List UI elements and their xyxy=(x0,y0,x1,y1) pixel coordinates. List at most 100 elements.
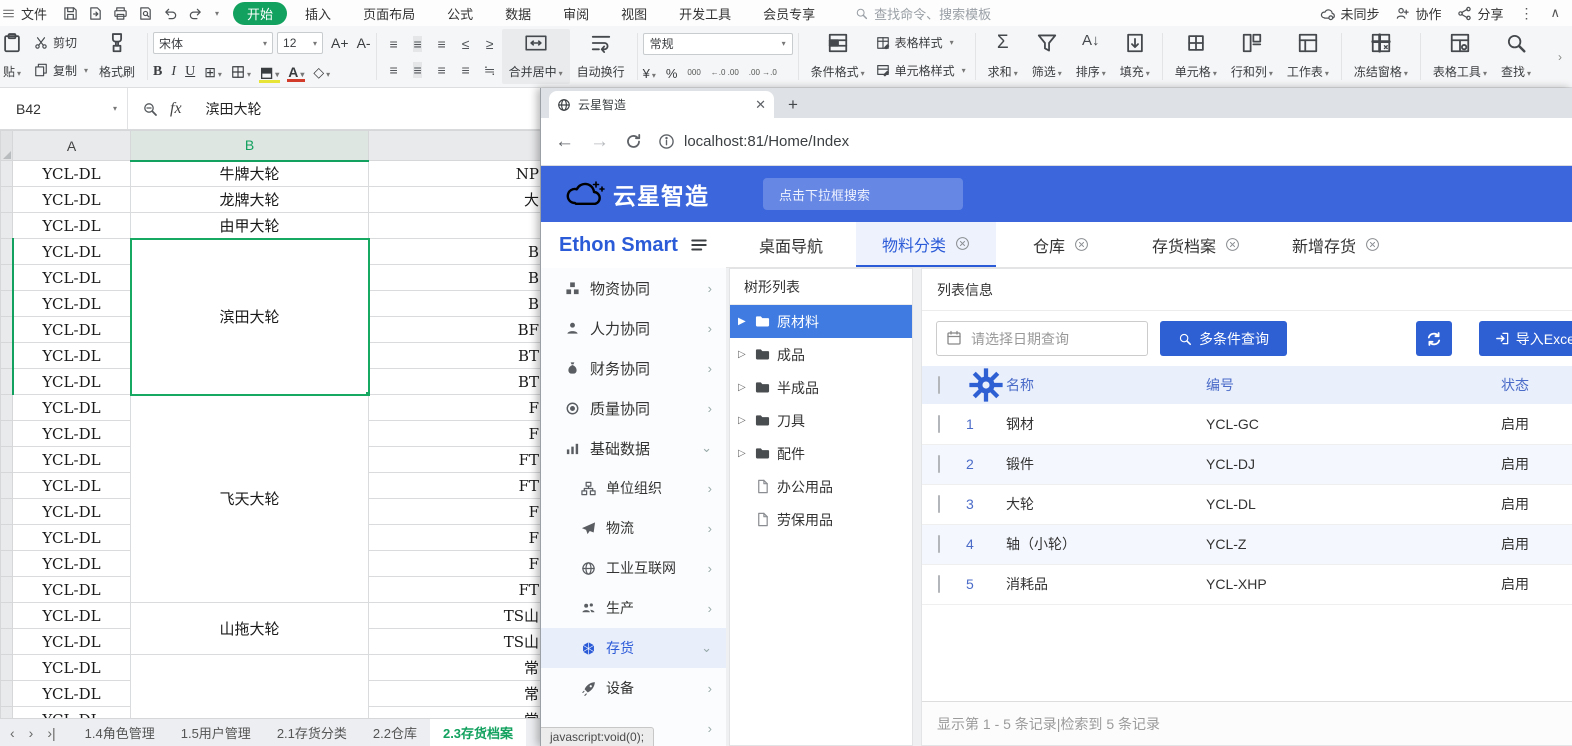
cell-c[interactable]: FT xyxy=(369,447,541,473)
italic-button[interactable]: I xyxy=(171,64,176,80)
row-header[interactable] xyxy=(1,707,13,719)
align-left-button[interactable]: ≡ xyxy=(389,62,397,78)
refresh-button[interactable] xyxy=(1416,321,1452,356)
bold-button[interactable]: B xyxy=(153,64,162,80)
column-header-status[interactable]: 状态 xyxy=(1501,366,1572,404)
table-style-button[interactable]: 表格样式▾ xyxy=(872,33,970,52)
app-tab-存货档案[interactable]: 存货档案 xyxy=(1126,222,1266,267)
format-painter-button[interactable]: 格式刷 xyxy=(92,29,142,84)
fill-button[interactable]: 填充▾ xyxy=(1113,29,1157,84)
sidebar-item-财务协同[interactable]: 财务协同› xyxy=(541,348,726,388)
cell-a[interactable]: YCL-DL xyxy=(13,213,131,239)
row-header[interactable] xyxy=(1,629,13,655)
fill-color-button[interactable]: ⬒▾ xyxy=(260,64,279,81)
table-row[interactable]: 3 大轮 YCL-DL 启用 xyxy=(922,484,1572,524)
sheet-tab-2.2仓库[interactable]: 2.2仓库 xyxy=(360,719,430,746)
row-header[interactable] xyxy=(1,499,13,525)
cell-c[interactable]: BT xyxy=(369,343,541,369)
sidebar-item-物资协同[interactable]: 物资协同› xyxy=(541,268,726,308)
copy-button[interactable]: 复制▾ xyxy=(30,61,92,80)
row-header[interactable] xyxy=(1,317,13,343)
column-header-name[interactable]: 名称 xyxy=(1006,366,1206,404)
table-row[interactable]: 2 锻件 YCL-DJ 启用 xyxy=(922,444,1572,484)
ribbon-more-icon[interactable]: › xyxy=(1558,29,1568,84)
underline-button[interactable]: U xyxy=(185,64,195,80)
decrease-indent-button[interactable]: ≤ xyxy=(462,36,470,52)
rows-cols-button[interactable]: 行和列▾ xyxy=(1224,29,1280,84)
collaborate-button[interactable]: 协作 xyxy=(1395,4,1441,23)
cell-c[interactable]: F xyxy=(369,395,541,421)
tree-item-劳保用品[interactable]: 劳保用品 xyxy=(730,503,912,536)
tree-item-办公用品[interactable]: 办公用品 xyxy=(730,470,912,503)
row-header[interactable] xyxy=(1,473,13,499)
zoom-icon[interactable] xyxy=(142,101,158,117)
row-header[interactable] xyxy=(1,525,13,551)
row-header[interactable] xyxy=(1,291,13,317)
tab-close-circle-icon[interactable] xyxy=(1365,237,1380,252)
cell-a[interactable]: YCL-DL xyxy=(13,187,131,213)
app-logo[interactable]: 云星智造 xyxy=(541,177,709,211)
expand-arrow-icon[interactable]: ▷ xyxy=(738,448,748,459)
command-search[interactable]: 查找命令、搜索模板 xyxy=(855,4,991,23)
cell-c[interactable]: F xyxy=(369,525,541,551)
row-header[interactable] xyxy=(1,681,13,707)
app-tab-仓库[interactable]: 仓库 xyxy=(996,222,1126,267)
wps-tab-审阅[interactable]: 审阅 xyxy=(549,2,603,25)
sidebar-item-存货[interactable]: 存货⌄ xyxy=(541,628,726,668)
reload-icon[interactable] xyxy=(625,133,642,150)
sidebar-item-物流[interactable]: 物流› xyxy=(541,508,726,548)
menu-toggle-icon[interactable] xyxy=(690,236,708,254)
cell-c[interactable]: BT xyxy=(369,369,541,395)
row-header[interactable] xyxy=(1,655,13,681)
tab-close-circle-icon[interactable] xyxy=(1225,237,1240,252)
cells-button[interactable]: 单元格▾ xyxy=(1168,29,1224,84)
select-all-checkbox[interactable] xyxy=(938,376,940,394)
tree-item-原材料[interactable]: ▶原材料 xyxy=(730,305,912,338)
file-menu[interactable]: 文件 xyxy=(21,4,47,23)
share-button[interactable]: 分享 xyxy=(1457,4,1503,23)
filter-button[interactable]: 筛选▾ xyxy=(1025,29,1069,84)
multi-condition-query-button[interactable]: 多条件查询 xyxy=(1160,321,1287,356)
col-header-a[interactable]: A xyxy=(13,131,131,161)
sidebar-item-工业互联网[interactable]: 工业互联网› xyxy=(541,548,726,588)
formula-value[interactable]: 滨田大轮 xyxy=(196,99,262,119)
cell-style-button[interactable]: 单元格样式▾ xyxy=(872,61,970,80)
font-color-button[interactable]: A▾ xyxy=(288,64,304,80)
cell-c[interactable]: B xyxy=(369,291,541,317)
grow-font-button[interactable]: A+ xyxy=(331,35,349,51)
font-size-select[interactable]: 12▾ xyxy=(277,32,323,54)
cell-c[interactable]: 常 xyxy=(369,681,541,707)
thousands-button[interactable]: 000 xyxy=(687,69,700,77)
expand-arrow-icon[interactable]: ▷ xyxy=(738,415,748,426)
row-header[interactable] xyxy=(1,239,13,265)
wps-tab-插入[interactable]: 插入 xyxy=(291,2,345,25)
align-bottom-button[interactable]: ≡ xyxy=(437,36,445,52)
font-name-select[interactable]: 宋体▾ xyxy=(153,32,273,54)
cell-c[interactable]: 常 xyxy=(369,707,541,719)
cell-c[interactable]: BF xyxy=(369,317,541,343)
expand-arrow-icon[interactable]: ▷ xyxy=(738,382,748,393)
cell-c[interactable]: TS山 xyxy=(369,603,541,629)
cell-a[interactable]: YCL-DL xyxy=(13,395,131,421)
number-format-select[interactable]: 常规▾ xyxy=(643,33,793,55)
forward-icon[interactable]: → xyxy=(590,131,609,153)
cell-a[interactable]: YCL-DL xyxy=(13,681,131,707)
sheet-last-icon[interactable]: ›| xyxy=(47,725,55,741)
wps-tab-开始[interactable]: 开始 xyxy=(233,2,287,25)
cell-b-selected[interactable]: 滨田大轮 xyxy=(131,239,369,395)
draw-border-button[interactable]: ▾ xyxy=(231,64,251,80)
cell-a[interactable]: YCL-DL xyxy=(13,421,131,447)
print-icon[interactable] xyxy=(113,6,128,21)
align-center-button[interactable]: ≡ xyxy=(413,62,421,78)
column-header-code[interactable]: 编号 xyxy=(1206,366,1501,404)
cell-b[interactable] xyxy=(131,655,369,719)
cut-button[interactable]: 剪切 xyxy=(30,33,92,52)
tree-item-半成品[interactable]: ▷半成品 xyxy=(730,371,912,404)
address-bar[interactable]: localhost:81/Home/Index xyxy=(658,133,849,150)
cell-a[interactable]: YCL-DL xyxy=(13,655,131,681)
align-right-button[interactable]: ≡ xyxy=(437,62,445,78)
row-header[interactable] xyxy=(1,447,13,473)
merge-center-button[interactable]: 合并居中▾ xyxy=(502,29,570,84)
cell-c[interactable]: F xyxy=(369,499,541,525)
freeze-panes-button[interactable]: 冻结窗格▾ xyxy=(1347,29,1415,84)
